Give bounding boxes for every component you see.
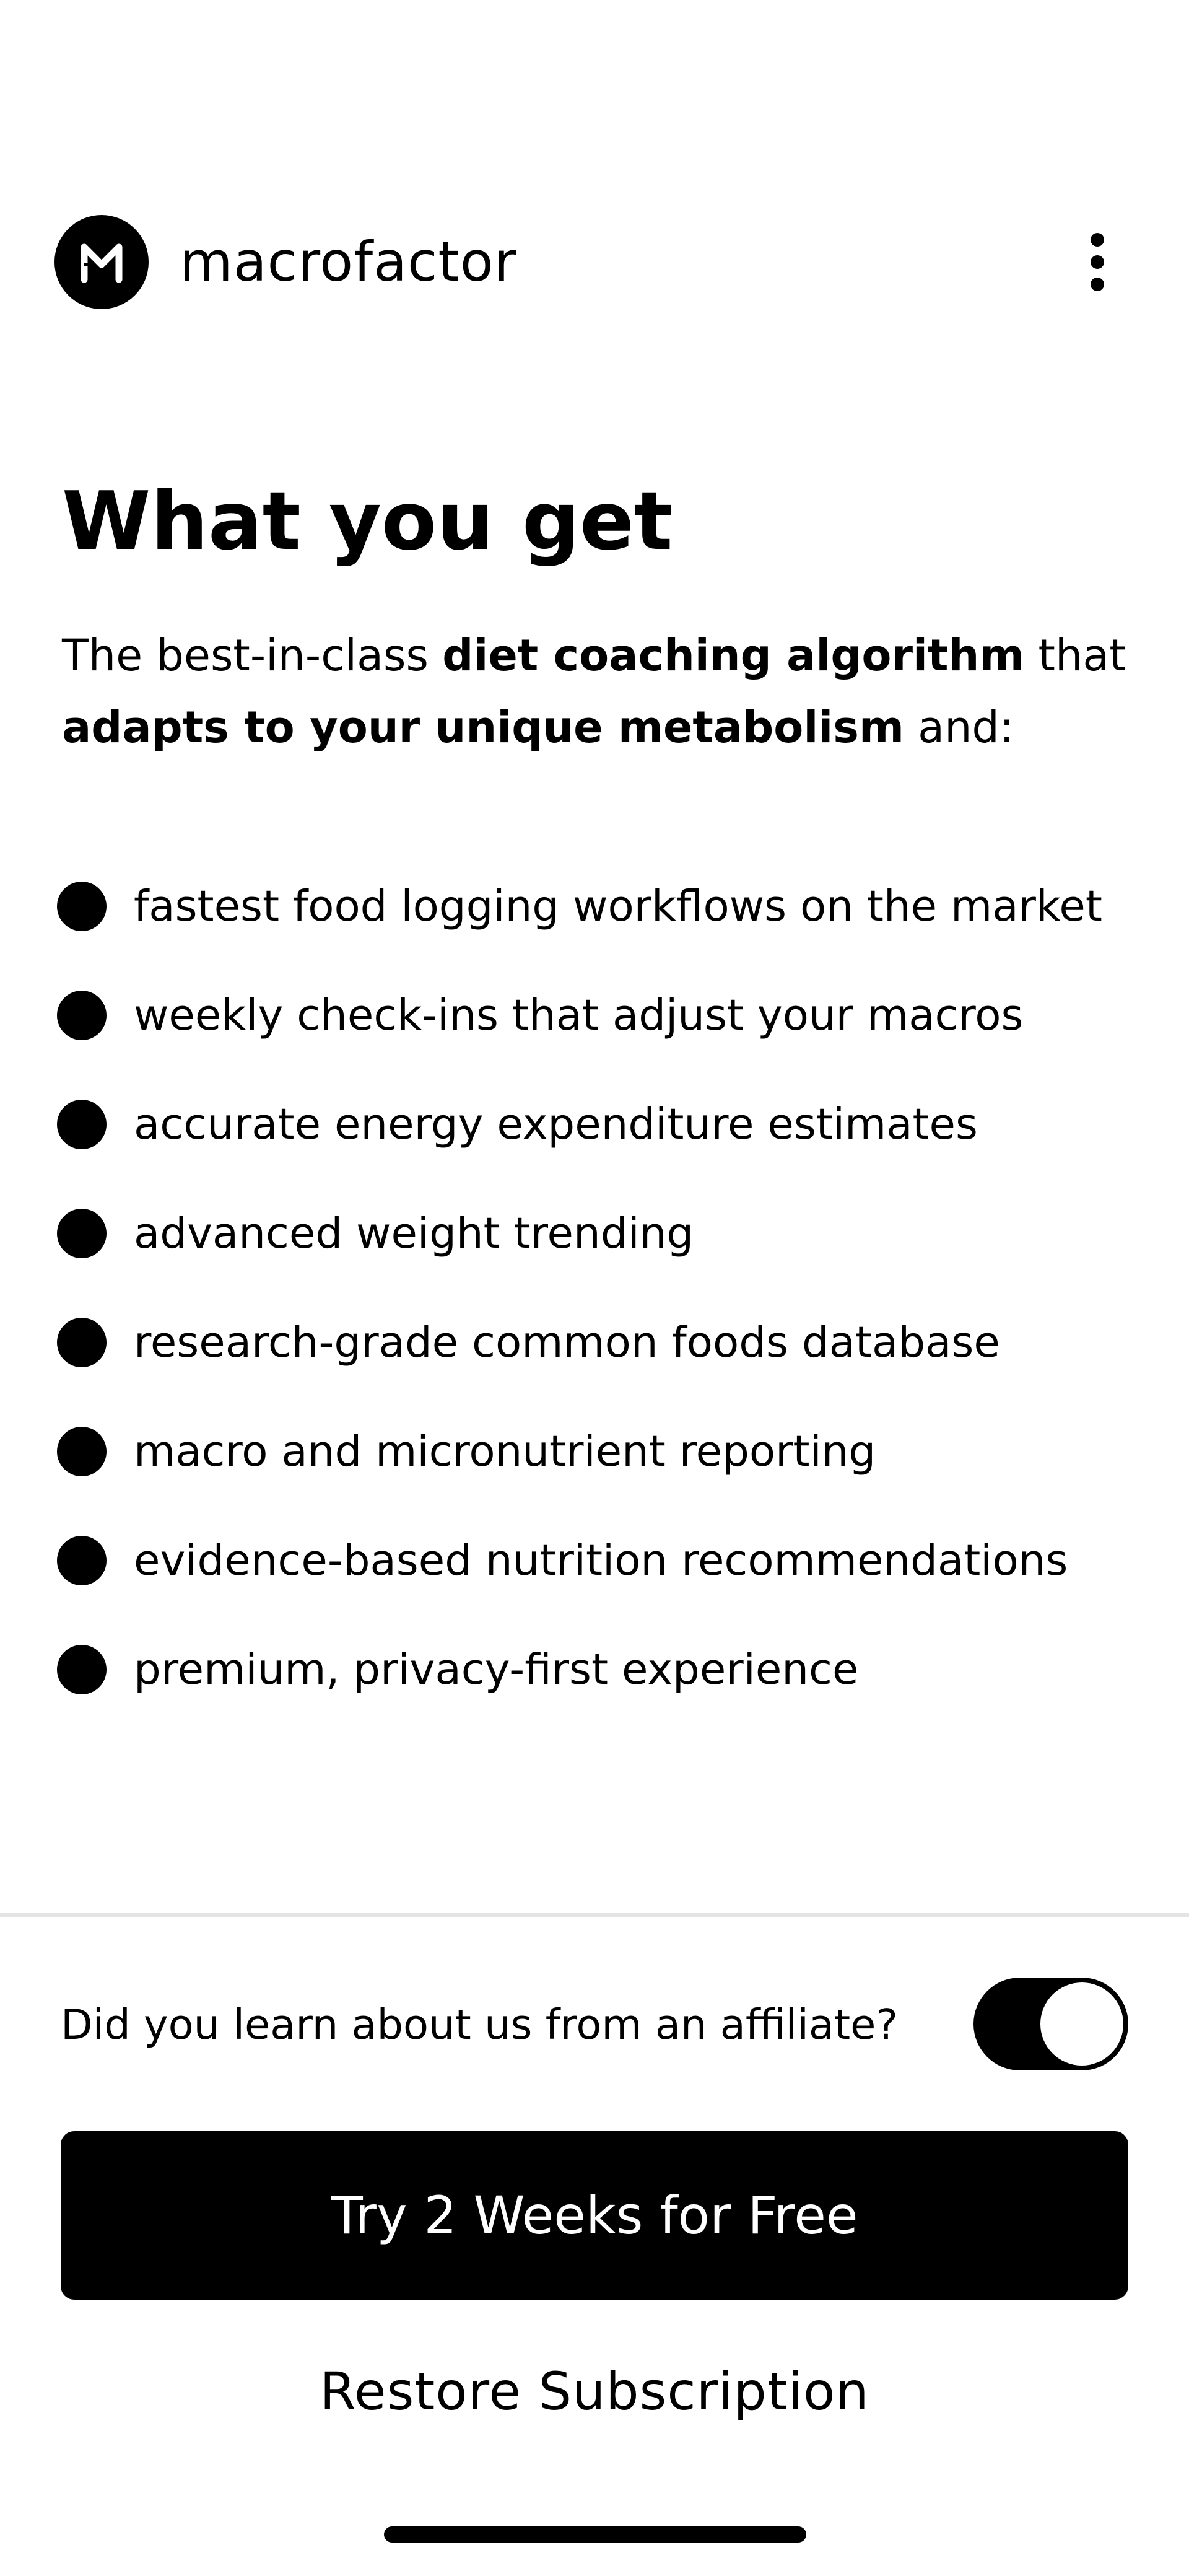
- feature-text: evidence-based nutrition recommendations: [134, 1536, 1068, 1585]
- intro-text: that: [1024, 630, 1126, 681]
- bullet-icon: [57, 1536, 107, 1585]
- list-item: premium, privacy-first experience: [57, 1615, 1147, 1724]
- feature-text: research-grade common foods database: [134, 1318, 1000, 1367]
- feature-text: weekly check-ins that adjust your macros: [134, 991, 1024, 1040]
- bullet-icon: [57, 1318, 107, 1367]
- macrofactor-logo-icon: [54, 215, 149, 309]
- list-item: advanced weight trending: [57, 1179, 1147, 1288]
- affiliate-question: Did you learn about us from an affiliate…: [61, 2000, 898, 2049]
- feature-text: accurate energy expenditure estimates: [134, 1100, 978, 1149]
- list-item: evidence-based nutrition recommendations: [57, 1506, 1147, 1615]
- feature-list: fastest food logging workflows on the ma…: [57, 852, 1147, 1724]
- feature-text: premium, privacy-first experience: [134, 1645, 859, 1694]
- bullet-icon: [57, 1427, 107, 1476]
- bullet-icon: [57, 991, 107, 1040]
- intro-bold-text: diet coaching algorithm: [442, 630, 1025, 681]
- try-free-button[interactable]: Try 2 Weeks for Free: [61, 2131, 1128, 2300]
- toggle-knob: [1040, 1982, 1123, 2066]
- page-title: What you get: [62, 474, 673, 568]
- footer-divider: [0, 1913, 1189, 1917]
- restore-subscription-link[interactable]: Restore Subscription: [0, 2348, 1189, 2435]
- list-item: accurate energy expenditure estimates: [57, 1070, 1147, 1179]
- affiliate-toggle[interactable]: [973, 1978, 1128, 2070]
- bullet-icon: [57, 1100, 107, 1149]
- bullet-icon: [57, 882, 107, 931]
- list-item: weekly check-ins that adjust your macros: [57, 961, 1147, 1070]
- feature-text: advanced weight trending: [134, 1209, 694, 1258]
- app-header: macrofactor: [54, 215, 1135, 309]
- bullet-icon: [57, 1209, 107, 1258]
- list-item: research-grade common foods database: [57, 1288, 1147, 1397]
- more-vertical-icon[interactable]: [1060, 225, 1135, 299]
- intro-text: The best-in-class: [62, 630, 443, 681]
- intro-bold-text: adapts to your unique metabolism: [62, 702, 904, 753]
- intro-paragraph: The best-in-class diet coaching algorith…: [62, 620, 1127, 763]
- feature-text: fastest food logging workflows on the ma…: [134, 882, 1102, 931]
- brand-name: macrofactor: [180, 230, 517, 294]
- home-indicator: [384, 2526, 806, 2543]
- list-item: macro and micronutrient reporting: [57, 1397, 1147, 1506]
- list-item: fastest food logging workflows on the ma…: [57, 852, 1147, 961]
- intro-text: and:: [904, 702, 1014, 753]
- feature-text: macro and micronutrient reporting: [134, 1427, 876, 1476]
- bullet-icon: [57, 1645, 107, 1694]
